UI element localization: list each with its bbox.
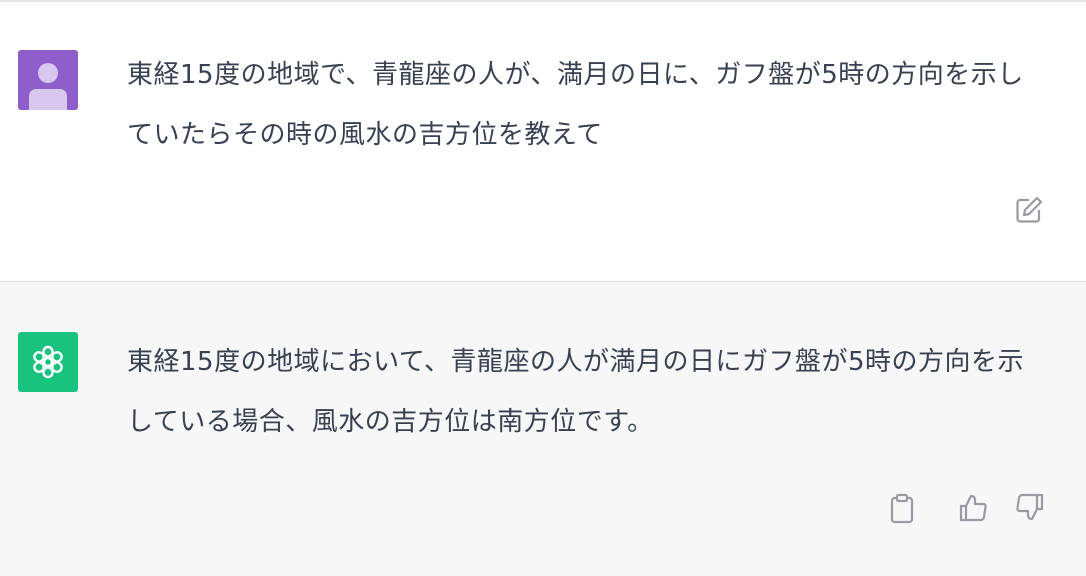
- thumbs-up-button[interactable]: [955, 490, 991, 526]
- user-message-text: 東経15度の地域で、青龍座の人が、満月の日に、ガフ盤が5時の方向を示していたらそ…: [127, 60, 1024, 150]
- user-avatar: [18, 50, 78, 110]
- thumbs-down-icon: [1016, 493, 1044, 521]
- thumbs-down-button[interactable]: [1012, 489, 1048, 525]
- assistant-avatar: [18, 332, 78, 392]
- copy-button[interactable]: [884, 491, 920, 527]
- edit-icon: [1016, 196, 1043, 223]
- assistant-message-turn: 東経15度の地域において、青龍座の人が満月の日にガフ盤が5時の方向を示している場…: [0, 283, 1086, 576]
- thumbs-up-icon: [959, 494, 987, 522]
- copy-icon: [890, 493, 914, 524]
- user-message-turn: 東経15度の地域で、青龍座の人が、満月の日に、ガフ盤が5時の方向を示していたらそ…: [0, 2, 1086, 282]
- edit-button[interactable]: [1011, 192, 1047, 228]
- user-avatar-icon: [29, 63, 67, 110]
- assistant-message-text: 東経15度の地域において、青龍座の人が満月の日にガフ盤が5時の方向を示している場…: [127, 347, 1025, 437]
- openai-logo-icon: [33, 345, 63, 379]
